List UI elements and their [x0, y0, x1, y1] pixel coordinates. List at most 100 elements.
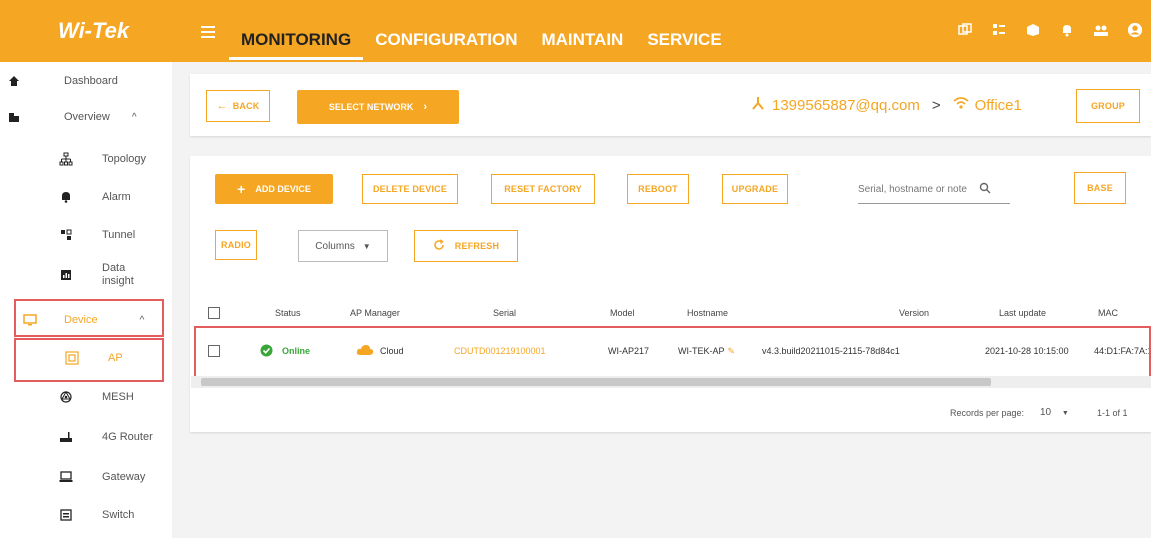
pagination-range: 1-1 of 1	[1097, 408, 1128, 418]
sidebar-item-tunnel[interactable]: Tunnel	[0, 226, 172, 244]
path-separator: >	[931, 96, 941, 114]
topology-icon	[58, 151, 74, 167]
sidebar-label-topology: Topology	[102, 153, 147, 165]
delete-device-label: DELETE DEVICE	[372, 184, 448, 194]
back-button[interactable]: ← BACK	[206, 90, 270, 122]
reset-factory-label: RESET FACTORY	[504, 184, 582, 194]
checkbox[interactable]	[208, 307, 220, 319]
delete-device-button[interactable]: DELETE DEVICE	[362, 174, 458, 204]
row-highlight	[194, 326, 1151, 378]
header-model[interactable]: Model	[610, 300, 635, 326]
main-content: ← BACK SELECT NETWORK › 1399565887@qq.co…	[172, 62, 1151, 538]
horizontal-scrollbar[interactable]	[191, 376, 1151, 388]
records-per-page-label: Records per page:	[950, 408, 1025, 418]
account-icon[interactable]	[1127, 22, 1143, 38]
base-button[interactable]: BASE	[1074, 172, 1126, 204]
sidebar-item-switch[interactable]: Switch	[0, 506, 172, 524]
sidebar-label-data: Data	[102, 262, 126, 274]
bell-icon[interactable]	[1059, 22, 1075, 38]
nav-maintain-label: MAINTAIN	[541, 30, 624, 49]
ap-highlight	[14, 338, 164, 382]
device-highlight	[14, 299, 164, 337]
nav-monitoring[interactable]: MONITORING	[229, 28, 364, 60]
nav-monitoring-label: MONITORING	[241, 30, 352, 49]
add-device-button[interactable]: + ADD DEVICE	[215, 174, 333, 204]
search-icon[interactable]	[979, 182, 991, 197]
users-icon[interactable]	[1093, 22, 1109, 38]
site-name[interactable]: Office1	[975, 97, 1022, 114]
columns-select[interactable]: Columns ▼	[298, 230, 388, 262]
table-header: Status AP Manager Serial Model Hostname …	[190, 300, 1151, 326]
account-name[interactable]: 1399565887@qq.com	[772, 97, 920, 114]
upgrade-button[interactable]: UPGRADE	[722, 174, 788, 204]
sidebar-label-alarm: Alarm	[102, 191, 131, 203]
nav-service[interactable]: SERVICE	[635, 28, 733, 60]
refresh-label: REFRESH	[454, 241, 500, 251]
header-hostname[interactable]: Hostname	[687, 300, 728, 326]
building-icon	[6, 109, 22, 125]
main-nav: MONITORING CONFIGURATION MAINTAIN SERVIC…	[229, 28, 734, 60]
network-bar: ← BACK SELECT NETWORK › 1399565887@qq.co…	[190, 74, 1151, 136]
account-tree-icon	[750, 95, 766, 115]
select-all-checkbox[interactable]	[208, 300, 220, 326]
sidebar-item-alarm[interactable]: Alarm	[0, 188, 172, 206]
header-mac[interactable]: MAC	[1098, 300, 1118, 326]
caret-down-icon: ▼	[1061, 410, 1069, 417]
sidebar-label-tunnel: Tunnel	[102, 229, 136, 241]
nav-maintain[interactable]: MAINTAIN	[529, 28, 635, 60]
data-insight-icon	[58, 267, 74, 283]
search-field[interactable]: Serial, hostname or note	[858, 176, 1010, 204]
top-icons	[957, 22, 1143, 38]
sidebar-item-4g-router[interactable]: 4G Router	[0, 428, 172, 446]
wifi-icon	[953, 96, 969, 114]
sidebar-item-gateway[interactable]: Gateway	[0, 468, 172, 486]
sidebar-item-data-insight[interactable]: Data insight	[0, 260, 172, 290]
sidebar-label-switch: Switch	[102, 509, 135, 521]
alarm-icon	[58, 189, 74, 205]
header-last-update[interactable]: Last update	[999, 300, 1046, 326]
box-icon[interactable]	[1025, 22, 1041, 38]
sidebar-item-topology[interactable]: Topology	[0, 150, 172, 168]
scrollbar-thumb[interactable]	[201, 378, 991, 386]
sidebar-label-gateway: Gateway	[102, 471, 146, 483]
menu-icon[interactable]	[201, 26, 215, 38]
reset-factory-button[interactable]: RESET FACTORY	[491, 174, 595, 204]
arrow-left-icon: ←	[216, 100, 228, 112]
sidebar-item-overview[interactable]: Overview ^	[0, 108, 172, 126]
header-ap-manager[interactable]: AP Manager	[350, 300, 400, 326]
sidebar-item-mesh[interactable]: MESH	[0, 388, 172, 406]
chevron-up-icon[interactable]: ^	[132, 112, 137, 123]
mesh-icon	[58, 389, 74, 405]
switch-icon	[58, 507, 74, 523]
sidebar-label-4g-router: 4G Router	[102, 431, 153, 443]
sidebar-label-data-insight: Data insight	[102, 262, 134, 288]
select-network-button[interactable]: SELECT NETWORK ›	[297, 90, 459, 124]
tunnel-icon	[58, 227, 74, 243]
plus-icon: +	[237, 181, 246, 197]
network-path: 1399565887@qq.com > Office1	[750, 92, 1022, 118]
reboot-button[interactable]: REBOOT	[627, 174, 689, 204]
refresh-button[interactable]: REFRESH	[414, 230, 518, 262]
sidebar-label-insight: insight	[102, 275, 134, 287]
nav-configuration-label: CONFIGURATION	[375, 30, 518, 49]
list-icon[interactable]	[991, 22, 1007, 38]
header-serial[interactable]: Serial	[493, 300, 516, 326]
brand-logo: Wi-Tek	[58, 18, 130, 43]
nav-service-label: SERVICE	[647, 30, 722, 49]
sidebar: Dashboard Overview ^ Topology Alarm Tunn…	[0, 62, 172, 538]
nav-configuration[interactable]: CONFIGURATION	[363, 28, 529, 60]
caret-down-icon: ▼	[362, 241, 371, 251]
chevron-right-icon: ›	[423, 101, 428, 113]
header-status[interactable]: Status	[275, 300, 301, 326]
columns-label: Columns	[315, 240, 355, 252]
sidebar-item-dashboard[interactable]: Dashboard	[0, 72, 172, 90]
per-page-select[interactable]: 10 ▼	[1040, 407, 1069, 418]
search-placeholder: Serial, hostname or note	[858, 184, 967, 195]
base-label: BASE	[1087, 183, 1113, 193]
radio-label: RADIO	[221, 240, 251, 250]
header-version[interactable]: Version	[899, 300, 929, 326]
group-button[interactable]: GROUP	[1076, 89, 1140, 123]
layers-icon[interactable]	[957, 22, 973, 38]
sidebar-label-mesh: MESH	[102, 391, 134, 403]
radio-button[interactable]: RADIO	[215, 230, 257, 260]
